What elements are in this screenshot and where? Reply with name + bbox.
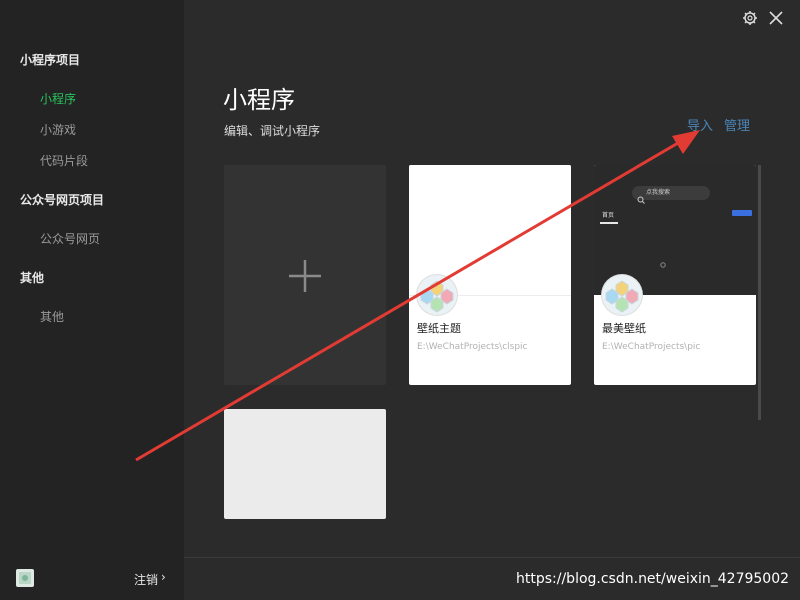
project-logo-icon <box>602 275 642 315</box>
preview-tab-home: 首页 <box>602 212 615 219</box>
sidebar-item-official-web[interactable]: 公众号网页 <box>40 230 100 247</box>
plus-icon <box>288 259 322 293</box>
logout-button[interactable]: 注销 <box>134 571 158 588</box>
sidebar-item-other[interactable]: 其他 <box>40 308 64 325</box>
project-path: E:\WeChatProjects\clspic <box>417 342 528 352</box>
manage-button[interactable]: 管理 <box>724 115 750 134</box>
new-project-card[interactable] <box>224 165 386 385</box>
project-card-placeholder[interactable] <box>224 409 386 519</box>
import-button[interactable]: 导入 <box>687 115 713 134</box>
project-name: 壁纸主题 <box>417 322 461 335</box>
search-icon <box>637 189 645 204</box>
app-window: 小程序项目 小程序 小游戏 代码片段 公众号网页项目 公众号网页 其他 其他 注… <box>0 0 800 600</box>
project-logo-icon <box>417 275 457 315</box>
loading-icon <box>660 253 666 268</box>
settings-icon[interactable] <box>742 10 758 26</box>
close-icon[interactable] <box>768 10 784 26</box>
footer-divider <box>184 557 800 558</box>
project-path: E:\WeChatProjects\pic <box>602 342 701 352</box>
sidebar-item-code-snippet[interactable]: 代码片段 <box>40 152 88 169</box>
user-avatar-icon[interactable] <box>16 569 34 587</box>
scrollbar[interactable] <box>758 165 761 420</box>
sidebar-item-minigame[interactable]: 小游戏 <box>40 121 76 138</box>
project-name: 最美壁纸 <box>602 322 646 335</box>
sidebar-footer: 注销 › <box>0 558 184 600</box>
watermark-text: https://blog.csdn.net/weixin_42795002 <box>516 571 790 587</box>
project-card[interactable]: 壁纸主题 E:\WeChatProjects\clspic <box>409 165 571 385</box>
page-title: 小程序 <box>223 86 295 114</box>
preview-tab-underline <box>600 222 618 224</box>
project-card[interactable]: 点我搜索 首页 最美壁纸 E:\WeChatProjects\pic <box>594 165 756 385</box>
chevron-right-icon: › <box>161 570 166 584</box>
sidebar-section-other: 其他 <box>20 271 45 285</box>
sidebar-item-miniprogram[interactable]: 小程序 <box>40 90 76 107</box>
sidebar-section-miniprogram: 小程序项目 <box>20 53 81 67</box>
sidebar: 小程序项目 小程序 小游戏 代码片段 公众号网页项目 公众号网页 其他 其他 注… <box>0 0 184 600</box>
preview-badge <box>732 210 752 216</box>
sidebar-section-official-web: 公众号网页项目 <box>20 193 105 207</box>
page-subtitle: 编辑、调试小程序 <box>224 124 321 138</box>
main-panel: 小程序 编辑、调试小程序 导入 管理 壁纸主题 E:\WeChatProject… <box>184 0 800 600</box>
